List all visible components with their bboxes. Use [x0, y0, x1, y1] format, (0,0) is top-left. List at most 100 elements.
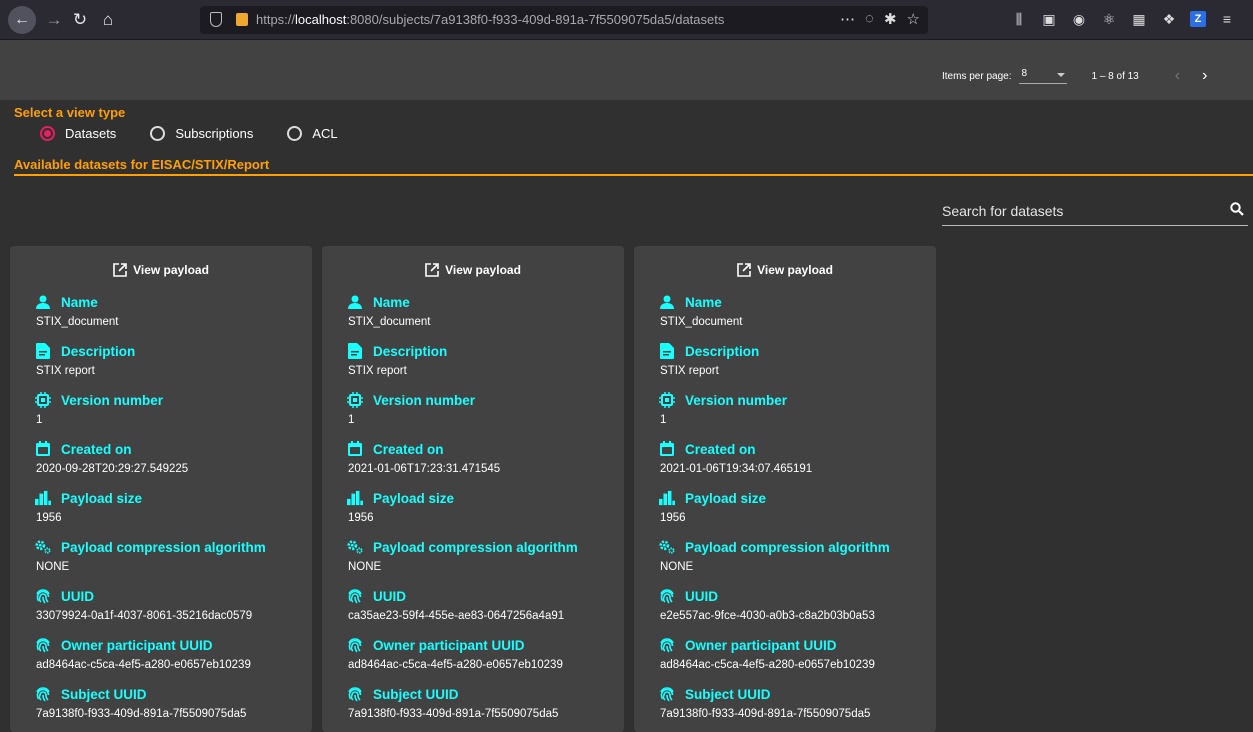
field-name: Name STIX_document: [35, 292, 312, 341]
radio-subscriptions[interactable]: Subscriptions: [150, 126, 253, 141]
home-button[interactable]: ⌂: [98, 8, 118, 32]
field-label: Created on: [685, 441, 756, 457]
browser-toolbar: ← → ↻ ⌂ https://localhost:8080/subjects/…: [0, 0, 1253, 40]
field-value: ad8464ac-c5ca-4ef5-a280-e0657eb10239: [348, 659, 563, 671]
field-label: Payload compression algorithm: [61, 539, 266, 555]
field-label: Description: [373, 343, 448, 359]
document-icon: [347, 343, 363, 359]
field-label: UUID: [373, 588, 406, 604]
field-label: Payload size: [373, 490, 455, 506]
library-icon[interactable]: ⫼: [1010, 10, 1028, 28]
field-created: Created on 2021-01-06T17:23:31.471545: [347, 439, 624, 488]
field-value: 1: [348, 414, 355, 426]
field-value: ca35ae23-59f4-455e-ae83-0647256a4a91: [348, 610, 565, 622]
bug-icon[interactable]: ✱: [884, 10, 897, 28]
paginator: Items per page: 8 1 – 8 of 13 ‹ ›: [942, 66, 1207, 86]
radio-datasets[interactable]: Datasets: [40, 126, 116, 141]
available-datasets-title: Available datasets for EISAC/STIX/Report: [14, 157, 270, 172]
view-payload-button[interactable]: View payload: [322, 260, 624, 280]
field-label: Version number: [373, 392, 476, 408]
field-uuid: UUID 33079924-0a1f-4037-8061-35216dac0579: [35, 586, 312, 635]
search-input[interactable]: [942, 200, 1212, 222]
view-type-radio-group: Datasets Subscriptions ACL: [40, 126, 372, 141]
fingerprint-icon: [347, 637, 363, 653]
field-value: NONE: [36, 561, 70, 573]
reload-button[interactable]: ↻: [70, 8, 90, 32]
field-label: Subject UUID: [373, 686, 459, 702]
open-in-new-icon: [425, 263, 439, 277]
field-label: Subject UUID: [61, 686, 147, 702]
react-devtools-icon[interactable]: ⚛: [1100, 10, 1118, 28]
forward-button[interactable]: →: [44, 8, 64, 32]
field-label: Subject UUID: [685, 686, 771, 702]
person-icon: [347, 294, 363, 310]
field-value: 2021-01-06T17:23:31.471545: [348, 463, 501, 475]
field-label: Payload compression algorithm: [685, 539, 890, 555]
field-value: ad8464ac-c5ca-4ef5-a280-e0657eb10239: [36, 659, 251, 671]
bookmark-star-icon[interactable]: ☆: [907, 10, 920, 28]
view-payload-button[interactable]: View payload: [634, 260, 936, 280]
field-owner: Owner participant UUID ad8464ac-c5ca-4ef5…: [659, 635, 936, 684]
fingerprint-icon: [659, 686, 675, 702]
radio-unchecked-icon: [150, 126, 166, 141]
address-bar[interactable]: https://localhost:8080/subjects/7a9138f0…: [200, 6, 928, 34]
field-label: Created on: [373, 441, 444, 457]
radio-acl[interactable]: ACL: [287, 126, 338, 141]
field-label: Payload size: [61, 490, 143, 506]
fingerprint-icon: [35, 588, 51, 604]
next-page-button[interactable]: ›: [1202, 67, 1207, 85]
field-subject: Subject UUID 7a9138f0-f933-409d-891a-7f55…: [347, 684, 624, 732]
field-label: Owner participant UUID: [685, 637, 837, 653]
field-owner: Owner participant UUID ad8464ac-c5ca-4ef5…: [347, 635, 624, 684]
fingerprint-icon: [347, 588, 363, 604]
gears-icon: [659, 539, 675, 555]
field-label: Created on: [61, 441, 132, 457]
extension-icon[interactable]: ❖: [1160, 10, 1178, 28]
view-type-title: Select a view type: [14, 105, 126, 120]
gears-icon: [347, 539, 363, 555]
bar-chart-icon: [347, 490, 363, 506]
radio-checked-icon: [40, 126, 55, 141]
document-icon: [35, 343, 51, 359]
fingerprint-icon: [659, 637, 675, 653]
zotero-icon[interactable]: Z: [1190, 11, 1206, 27]
field-label: UUID: [685, 588, 718, 604]
field-value: 33079924-0a1f-4037-8061-35216dac0579: [36, 610, 253, 622]
field-label: Version number: [685, 392, 788, 408]
field-value: ad8464ac-c5ca-4ef5-a280-e0657eb10239: [660, 659, 875, 671]
dataset-card: View payload Name STIX_document Description…: [10, 246, 312, 732]
extension-grid-icon[interactable]: ▦: [1130, 10, 1148, 28]
field-description: Description STIX report: [35, 341, 312, 390]
menu-icon[interactable]: ≡: [1218, 10, 1236, 28]
field-name: Name STIX_document: [347, 292, 624, 341]
chip-icon: [347, 392, 363, 408]
fingerprint-icon: [347, 686, 363, 702]
calendar-icon: [659, 441, 675, 457]
account-icon[interactable]: ◉: [1070, 10, 1088, 28]
more-actions-icon[interactable]: ⋯: [840, 10, 855, 28]
field-label: Payload compression algorithm: [373, 539, 578, 555]
field-value: STIX report: [36, 365, 95, 377]
field-version: Version number 1: [35, 390, 312, 439]
items-per-page-select[interactable]: 8: [1019, 68, 1068, 84]
search-icon[interactable]: [1230, 202, 1244, 216]
field-label: Version number: [61, 392, 164, 408]
fingerprint-icon: [35, 637, 51, 653]
field-value: 1: [660, 414, 667, 426]
pocket-icon[interactable]: ◌: [865, 10, 874, 28]
field-value: 7a9138f0-f933-409d-891a-7f5509075da5: [660, 708, 871, 720]
previous-page-button[interactable]: ‹: [1175, 67, 1180, 85]
field-label: Name: [685, 294, 722, 310]
field-label: Description: [61, 343, 136, 359]
sidebar-icon[interactable]: ▣: [1040, 10, 1058, 28]
arrow-right-icon: →: [45, 10, 63, 29]
calendar-icon: [35, 441, 51, 457]
field-value: 1956: [348, 512, 374, 524]
field-value: 1956: [660, 512, 686, 524]
url-text[interactable]: https://localhost:8080/subjects/7a9138f0…: [256, 12, 724, 27]
back-button[interactable]: ←: [8, 6, 36, 34]
view-payload-button[interactable]: View payload: [10, 260, 312, 280]
open-in-new-icon: [737, 263, 751, 277]
document-icon: [659, 343, 675, 359]
field-label: Description: [685, 343, 760, 359]
